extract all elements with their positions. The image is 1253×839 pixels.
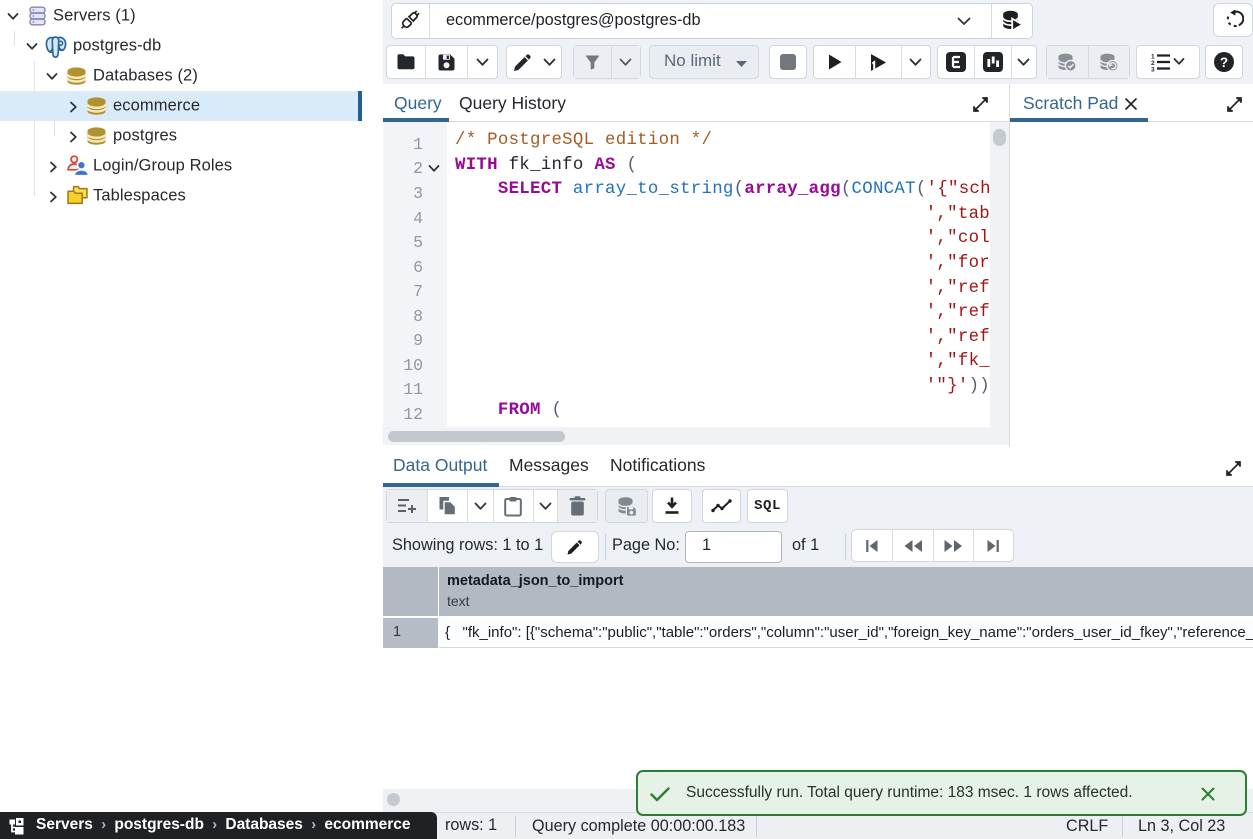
svg-text:3: 3: [1151, 67, 1155, 73]
svg-text:?: ?: [1220, 55, 1228, 70]
